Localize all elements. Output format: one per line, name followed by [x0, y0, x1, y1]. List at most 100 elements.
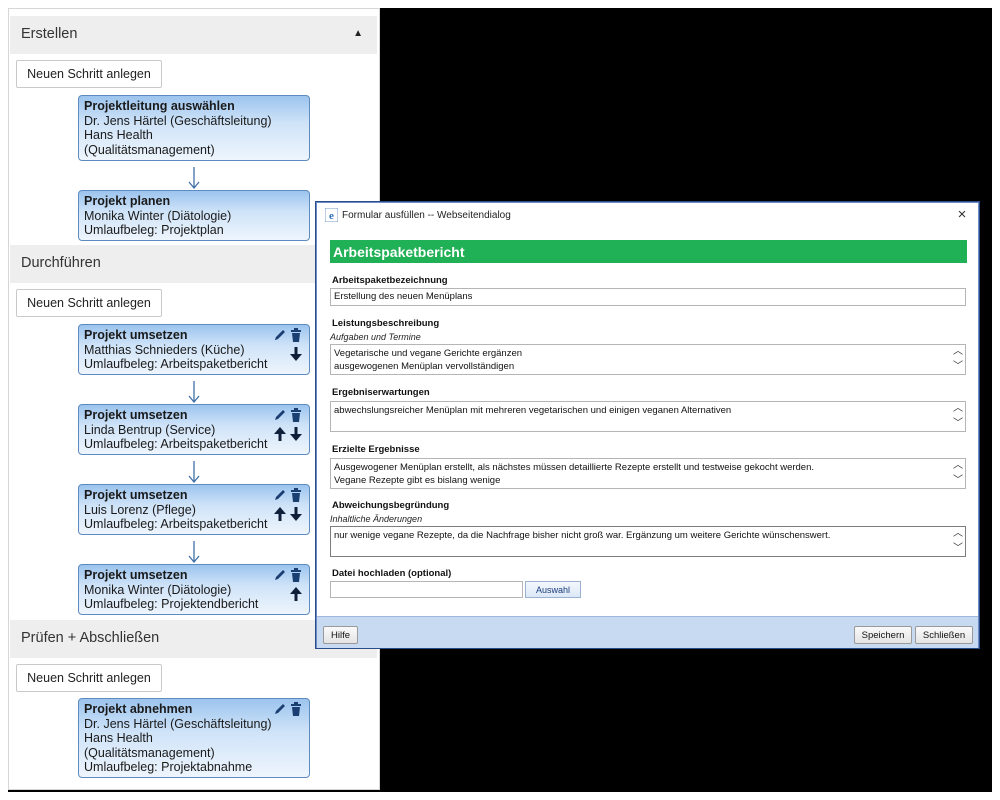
move-up-arrow-icon[interactable] — [274, 427, 286, 441]
new-step-button[interactable]: Neuen Schritt anlegen — [16, 60, 162, 88]
collapse-caret-icon[interactable]: ▲ — [353, 28, 363, 39]
erwartungen-textarea[interactable]: abwechslungsreicher Menüplan mit mehrere… — [330, 401, 966, 432]
move-down-arrow-icon[interactable] — [290, 347, 302, 361]
move-down-arrow-icon[interactable] — [290, 427, 302, 441]
flow-arrow-icon — [188, 167, 200, 189]
step-assignee: Matthias Schnieders (Küche) — [84, 342, 245, 357]
browser-e-icon: e — [325, 208, 338, 222]
step-assignee: Monika Winter (Diätologie) — [84, 208, 232, 223]
field-sublabel: Aufgaben und Termine — [330, 332, 421, 342]
scroll-up-icon[interactable]: ︿ — [953, 529, 963, 539]
scrollbar[interactable]: ︿ ﹀ — [949, 459, 965, 488]
dialog-footer: Hilfe Speichern Schließen — [317, 616, 978, 648]
save-button[interactable]: Speichern — [854, 626, 912, 644]
dialog-titlebar[interactable]: e Formular ausfüllen -- Webseitendialog … — [317, 203, 978, 229]
section-title: Prüfen + Abschließen — [21, 630, 160, 646]
step-assignee: Luis Lorenz (Pflege) — [84, 502, 196, 517]
move-down-arrow-icon[interactable] — [290, 507, 302, 521]
step-assignee: Hans Health — [84, 128, 153, 142]
scroll-up-icon[interactable]: ︿ — [953, 461, 963, 471]
textarea-line: abwechslungsreicher Menüplan mit mehrere… — [334, 405, 732, 416]
step-title: Projekt umsetzen — [84, 488, 188, 502]
help-button[interactable]: Hilfe — [323, 626, 358, 644]
step-assignee: Hans Health — [84, 731, 153, 745]
step-actions — [273, 702, 305, 738]
edit-pencil-icon[interactable] — [273, 328, 286, 342]
abweichung-textarea[interactable]: nur wenige vegane Rezepte, da die Nachfr… — [330, 526, 966, 557]
scroll-down-icon[interactable]: ﹀ — [953, 419, 963, 429]
section-header-erstellen[interactable]: Erstellen ▲ — [10, 16, 377, 54]
field-sublabel: Inhaltliche Änderungen — [330, 514, 423, 524]
flow-arrow-icon — [188, 461, 200, 483]
svg-text:e: e — [329, 210, 334, 222]
step-assignee: Dr. Jens Härtel (Geschäftsleitung) — [84, 716, 272, 731]
browse-button[interactable]: Auswahl — [525, 581, 581, 598]
step-title: Projekt umsetzen — [84, 568, 188, 582]
file-path-input[interactable] — [330, 581, 523, 598]
field-label: Arbeitspaketbezeichnung — [332, 275, 448, 286]
textarea-line: Vegane Rezepte gibt es bislang wenige — [334, 474, 501, 486]
scrollbar[interactable]: ︿ ﹀ — [949, 402, 965, 431]
move-up-arrow-icon[interactable] — [274, 507, 286, 521]
step-document: Umlaufbeleg: Arbeitspaketbericht — [84, 437, 268, 451]
dialog-title: Formular ausfüllen -- Webseitendialog — [342, 210, 511, 221]
bezeichnung-input[interactable]: Erstellung des neuen Menüplans — [330, 288, 966, 306]
scroll-up-icon[interactable]: ︿ — [953, 347, 963, 357]
edit-pencil-icon[interactable] — [273, 408, 286, 422]
step-title: Projekt umsetzen — [84, 328, 188, 342]
move-up-arrow-icon[interactable] — [290, 587, 302, 601]
form-heading: Arbeitspaketbericht — [330, 240, 967, 263]
delete-trash-icon[interactable] — [290, 488, 302, 502]
step-card[interactable]: Projekt abnehmen Dr. Jens Härtel (Geschä… — [78, 698, 310, 778]
step-actions — [273, 568, 305, 604]
step-title: Projekt planen — [84, 194, 171, 208]
scrollbar[interactable]: ︿ ﹀ — [949, 345, 965, 374]
step-card[interactable]: Projekt umsetzen Monika Winter (Diätolog… — [78, 564, 310, 615]
field-label: Erzielte Ergebnisse — [332, 444, 420, 455]
field-label: Datei hochladen (optional) — [332, 568, 452, 579]
delete-trash-icon[interactable] — [290, 408, 302, 422]
field-label: Abweichungsbegründung — [332, 500, 450, 511]
scroll-up-icon[interactable]: ︿ — [953, 404, 963, 414]
step-document: Umlaufbeleg: Arbeitspaketbericht — [84, 517, 268, 531]
delete-trash-icon[interactable] — [290, 568, 302, 582]
scroll-down-icon[interactable]: ﹀ — [953, 476, 963, 486]
scrollbar[interactable]: ︿ ﹀ — [949, 527, 965, 556]
field-label: Leistungsbeschreibung — [332, 318, 440, 329]
form-dialog: e Formular ausfüllen -- Webseitendialog … — [316, 202, 979, 648]
step-card[interactable]: Projektleitung auswählen Dr. Jens Härtel… — [78, 95, 310, 161]
step-document: Umlaufbeleg: Arbeitspaketbericht — [84, 357, 268, 371]
scroll-down-icon[interactable]: ﹀ — [953, 362, 963, 372]
step-card[interactable]: Projekt umsetzen Matthias Schnieders (Kü… — [78, 324, 310, 375]
delete-trash-icon[interactable] — [290, 702, 302, 716]
ergebnisse-textarea[interactable]: Ausgewogener Menüplan erstellt, als näch… — [330, 458, 966, 489]
step-assignee: (Qualitätsmanagement) — [84, 142, 215, 157]
edit-pencil-icon[interactable] — [273, 568, 286, 582]
step-assignee: Monika Winter (Diätologie) — [84, 582, 232, 597]
step-card[interactable]: Projekt planen Monika Winter (Diätologie… — [78, 190, 310, 241]
step-title: Projekt umsetzen — [84, 408, 188, 422]
edit-pencil-icon[interactable] — [273, 702, 286, 716]
flow-arrow-icon — [188, 381, 200, 403]
new-step-button[interactable]: Neuen Schritt anlegen — [16, 289, 162, 317]
section-title: Erstellen — [21, 26, 78, 42]
flow-arrow-icon — [188, 541, 200, 563]
step-card[interactable]: Projekt umsetzen Luis Lorenz (Pflege) Um… — [78, 484, 310, 535]
close-icon[interactable]: × — [954, 206, 970, 223]
step-document: Umlaufbeleg: Projektabnahme — [84, 760, 253, 774]
section-title: Durchführen — [21, 255, 101, 271]
edit-pencil-icon[interactable] — [273, 488, 286, 502]
step-assignee: Linda Bentrup (Service) — [84, 422, 216, 437]
step-title: Projektleitung auswählen — [84, 99, 235, 113]
leistung-textarea[interactable]: Vegetarische und vegane Gerichte ergänze… — [330, 344, 966, 375]
step-card[interactable]: Projekt umsetzen Linda Bentrup (Service)… — [78, 404, 310, 455]
step-actions — [273, 408, 305, 444]
step-assignee: (Qualitätsmanagement) — [84, 745, 215, 760]
step-document: Umlaufbeleg: Projektendbericht — [84, 597, 259, 611]
scroll-down-icon[interactable]: ﹀ — [953, 544, 963, 554]
delete-trash-icon[interactable] — [290, 328, 302, 342]
step-title: Projekt abnehmen — [84, 702, 193, 716]
step-assignee: Dr. Jens Härtel (Geschäftsleitung) — [84, 113, 272, 128]
new-step-button[interactable]: Neuen Schritt anlegen — [16, 664, 162, 692]
close-button[interactable]: Schließen — [915, 626, 973, 644]
